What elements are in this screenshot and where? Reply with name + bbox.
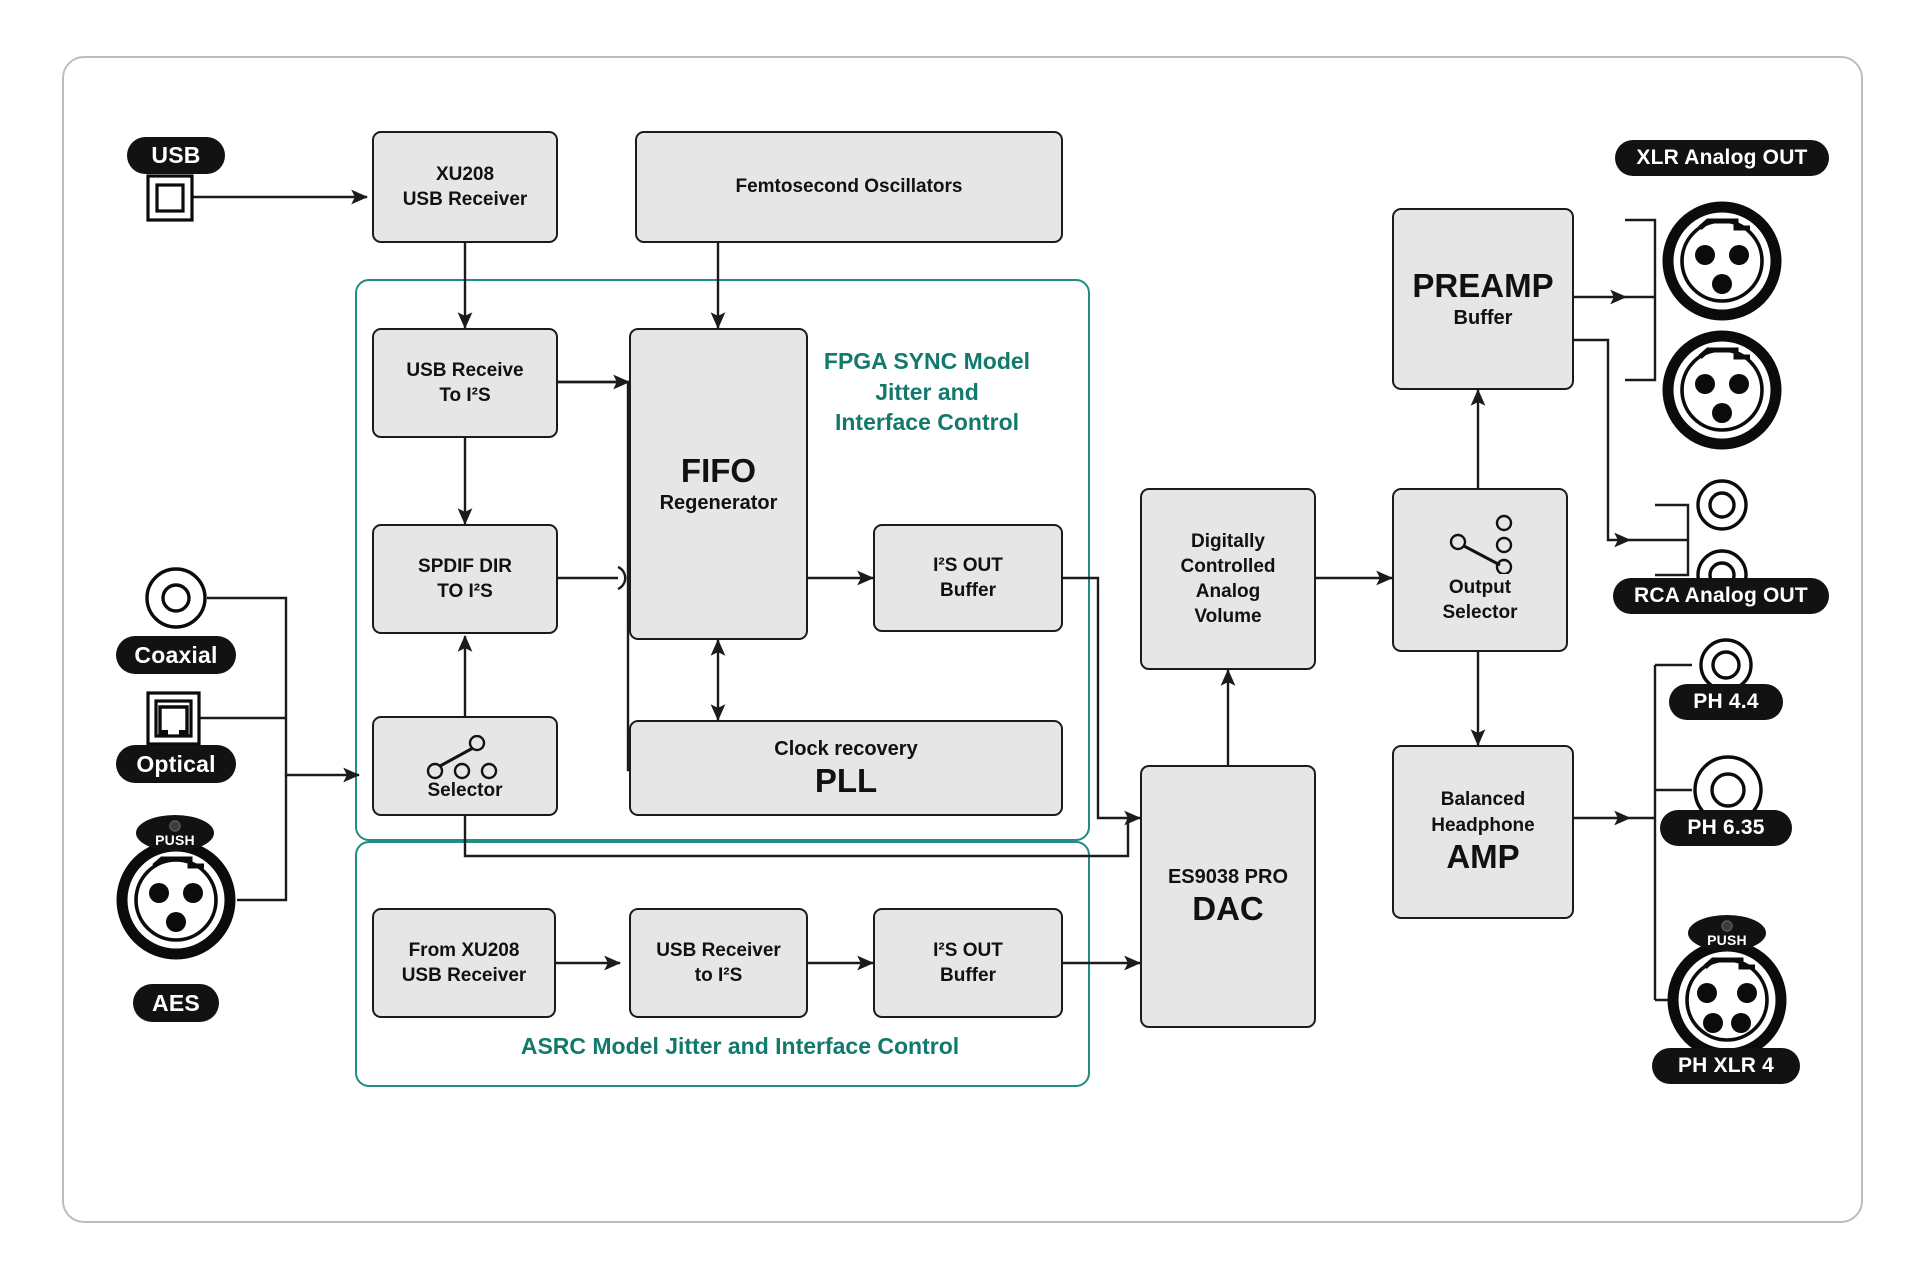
rca-coax-jack-icon [145,567,207,629]
xlr-4pin-female-icon [1667,940,1787,1060]
input-label-coaxial: Coaxial [116,636,236,674]
usb-port-icon [146,174,194,222]
xlr-3pin-female-icon-out-2 [1662,330,1782,450]
push-latch-icon [169,819,181,832]
output-label-ph-xlr-4: PH XLR 4 [1652,1048,1800,1084]
xlr-3pin-female-icon [116,840,236,960]
diagram-canvas: FPGA SYNC Model Jitter and Interface Con… [0,0,1920,1280]
input-label-usb: USB [127,137,225,174]
push-label: PUSH [155,831,195,848]
push-latch-icon [1721,919,1733,932]
pentaconn-jack-icon [1699,638,1753,692]
connector-glyph-layer [116,174,1787,1060]
output-label-rca-analog-out: RCA Analog OUT [1613,578,1829,614]
input-label-aes: AES [133,984,219,1022]
output-label-ph-44: PH 4.4 [1669,684,1783,720]
phxlr-push-tab: PUSH [1688,915,1766,951]
toslink-optical-jack-icon [146,691,201,746]
push-label: PUSH [1707,931,1747,948]
output-label-ph-635: PH 6.35 [1660,810,1792,846]
xlr-3pin-female-icon-out-1 [1662,201,1782,321]
input-label-optical: Optical [116,745,236,783]
aes-push-tab: PUSH [136,815,214,851]
rca-jack-icon-out-1 [1696,479,1748,531]
output-label-xlr-analog-out: XLR Analog OUT [1615,140,1829,176]
